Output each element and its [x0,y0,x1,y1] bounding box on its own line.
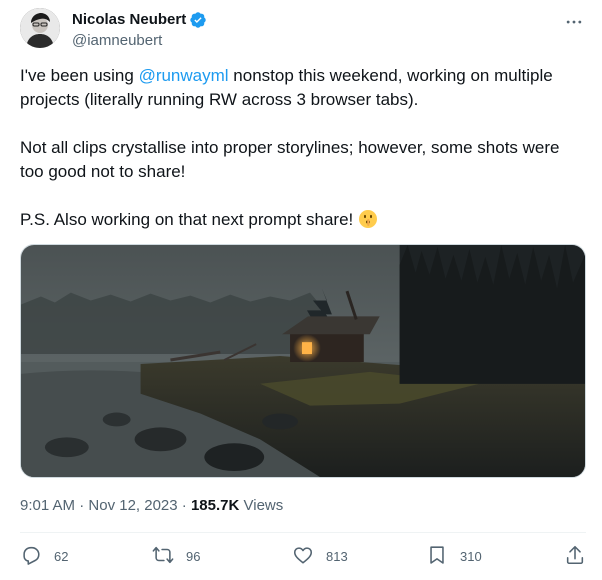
like-button[interactable]: 813 [292,543,348,569]
reply-icon [20,544,42,569]
divider [20,532,586,533]
verified-badge-icon[interactable] [189,11,207,29]
bookmark-icon [426,544,448,569]
tweet-text: I've been using @runwayml nonstop this w… [20,64,586,232]
tweet-paragraph-3: P.S. Also working on that next prompt sh… [20,208,586,232]
like-count: 813 [326,548,348,564]
views-label: Views [239,497,284,514]
author-handle[interactable]: @iamneubert [72,31,162,50]
retweet-button[interactable]: 96 [152,543,200,569]
retweet-count: 96 [186,548,201,564]
bookmark-button[interactable]: 310 [426,543,482,569]
shushing-face-emoji-icon [358,209,378,229]
tweet-paragraph-1: I've been using @runwayml nonstop this w… [20,64,586,112]
tweet-media-image[interactable] [20,244,586,478]
avatar[interactable] [20,8,60,48]
share-button[interactable] [564,543,586,569]
tweet-date[interactable]: Nov 12, 2023 [88,497,177,514]
reply-count: 62 [54,548,69,564]
heart-icon [292,544,314,569]
mention-link[interactable]: @runwayml [139,66,229,85]
tweet-time[interactable]: 9:01 AM [20,497,75,514]
tweet-paragraph-2: Not all clips crystallise into proper st… [20,138,560,181]
meta-separator: · [177,497,191,514]
reply-button[interactable]: 62 [20,543,68,569]
author-display-name[interactable]: Nicolas Neubert [72,10,186,29]
author-name-row[interactable]: Nicolas Neubert [72,10,207,29]
tweet-meta: 9:01 AM · Nov 12, 2023 · 185.7K Views [20,496,283,516]
tweet: Nicolas Neubert @iamneubert I've been us… [0,0,602,580]
tweet-actions: 62 96 813 310 [20,543,586,569]
meta-separator: · [75,497,89,514]
bookmark-count: 310 [460,548,482,564]
text-segment: P.S. Also working on that next prompt sh… [20,210,358,229]
retweet-icon [152,544,174,569]
text-segment: I've been using [20,66,139,85]
share-icon [564,544,586,569]
views-count: 185.7K [190,497,240,514]
more-horizontal-icon[interactable] [562,12,586,32]
